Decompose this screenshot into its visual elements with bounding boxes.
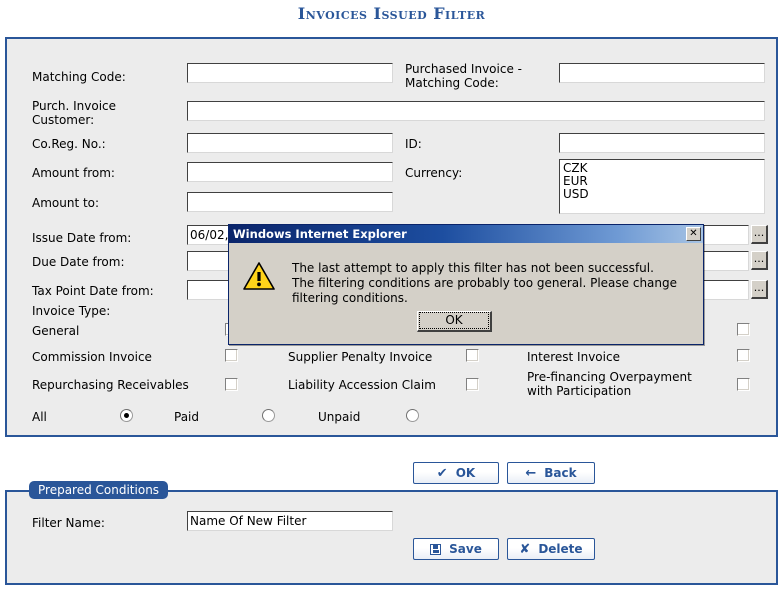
radio-payment-status-unpaid[interactable] <box>406 409 419 422</box>
label-matching-code: Matching Code: <box>32 70 126 84</box>
check-icon: ✔ <box>436 465 448 481</box>
label-due-date-from: Due Date from: <box>32 255 125 269</box>
due-date-browse-button[interactable]: ... <box>751 251 768 270</box>
label-payment-status-all: All <box>32 410 47 424</box>
back-button-label: Back <box>544 466 577 480</box>
close-icon[interactable]: ✕ <box>686 227 701 241</box>
ok-button[interactable]: ✔ OK <box>413 462 499 484</box>
radio-payment-status-paid[interactable] <box>262 409 275 422</box>
label-amount-to: Amount to: <box>32 196 100 210</box>
checkbox-supplier-penalty-invoice[interactable] <box>466 349 479 362</box>
label-co-reg-no: Co.Reg. No.: <box>32 137 106 151</box>
label-invoice-type-supplier-penalty-invoice: Supplier Penalty Invoice <box>288 350 433 364</box>
amount-from-input[interactable] <box>187 162 393 182</box>
purchased-invoice-matching-code-input[interactable] <box>559 63 765 83</box>
checkbox-commission-invoice[interactable] <box>225 349 238 362</box>
internet-explorer-dialog: Windows Internet Explorer ✕ The last att… <box>228 224 704 345</box>
checkbox-invoice-type-col3-row1[interactable] <box>737 323 750 336</box>
label-tax-point-date-from: Tax Point Date from: <box>32 284 154 298</box>
label-purchased-invoice-matching-code: Purchased Invoice - Matching Code: <box>405 62 522 90</box>
label-invoice-type-liability-accession-claim: Liability Accession Claim <box>288 378 436 392</box>
label-payment-status-unpaid: Unpaid <box>318 410 361 424</box>
matching-code-input[interactable] <box>187 63 393 83</box>
floppy-disk-icon <box>430 543 442 555</box>
dialog-ok-button-label: OK <box>419 312 489 329</box>
label-currency: Currency: <box>405 166 463 180</box>
checkbox-interest-invoice[interactable] <box>737 349 750 362</box>
dialog-message: The last attempt to apply this filter ha… <box>292 261 692 306</box>
label-invoice-type-pre-financing-overpayment: Pre-financing Overpayment with Participa… <box>527 370 692 398</box>
radio-payment-status-all[interactable] <box>120 409 133 422</box>
label-issue-date-from: Issue Date from: <box>32 231 132 245</box>
prepared-conditions-legend: Prepared Conditions <box>29 481 169 499</box>
issue-date-to-input[interactable] <box>697 225 749 245</box>
checkbox-pre-financing-overpayment[interactable] <box>737 378 750 391</box>
label-invoice-type-commission-invoice: Commission Invoice <box>32 350 152 364</box>
currency-option[interactable]: CZK <box>563 162 761 175</box>
page-title: Invoices Issued Filter <box>297 4 486 23</box>
label-invoice-type-interest-invoice: Interest Invoice <box>527 350 620 364</box>
issue-date-browse-button[interactable]: ... <box>751 225 768 244</box>
tax-point-date-browse-button[interactable]: ... <box>751 280 768 299</box>
warning-icon <box>243 262 275 290</box>
ok-button-label: OK <box>455 466 476 480</box>
label-filter-name: Filter Name: <box>32 516 105 530</box>
x-icon: ✘ <box>519 541 531 557</box>
dialog-message-line-2: The filtering conditions are probably to… <box>292 276 678 305</box>
label-invoice-type-repurchasing-receivables: Repurchasing Receivables <box>32 378 189 392</box>
arrow-left-icon: ← <box>525 465 537 481</box>
dialog-ok-button[interactable]: OK <box>417 311 492 332</box>
save-button-label: Save <box>449 542 482 556</box>
prepared-conditions-panel: Filter Name: <box>5 490 778 585</box>
currency-option[interactable]: EUR <box>563 175 761 188</box>
filter-name-input[interactable] <box>187 511 393 531</box>
checkbox-repurchasing-receivables[interactable] <box>225 378 238 391</box>
dialog-message-line-1: The last attempt to apply this filter ha… <box>292 261 654 275</box>
label-id: ID: <box>405 137 422 151</box>
label-purch-invoice-customer: Purch. Invoice Customer: <box>32 99 117 127</box>
tax-point-date-to-input[interactable] <box>697 280 749 300</box>
back-button[interactable]: ← Back <box>507 462 595 484</box>
dialog-titlebar[interactable]: Windows Internet Explorer ✕ <box>229 225 703 243</box>
delete-button-label: Delete <box>538 542 583 556</box>
dialog-title: Windows Internet Explorer <box>233 227 407 241</box>
co-reg-no-input[interactable] <box>187 133 393 153</box>
id-input[interactable] <box>559 133 765 153</box>
label-amount-from: Amount from: <box>32 166 115 180</box>
amount-to-input[interactable] <box>187 192 393 212</box>
label-invoice-type: Invoice Type: <box>32 304 111 318</box>
currency-listbox[interactable]: CZK EUR USD <box>559 159 765 214</box>
label-payment-status-paid: Paid <box>174 410 200 424</box>
currency-option[interactable]: USD <box>563 188 761 201</box>
save-button[interactable]: Save <box>413 538 499 560</box>
checkbox-liability-accession-claim[interactable] <box>466 378 479 391</box>
label-invoice-type-general: General <box>32 324 80 338</box>
delete-button[interactable]: ✘ Delete <box>507 538 595 560</box>
dialog-body: The last attempt to apply this filter ha… <box>229 243 703 344</box>
due-date-to-input[interactable] <box>697 251 749 271</box>
purch-invoice-customer-input[interactable] <box>187 101 765 121</box>
